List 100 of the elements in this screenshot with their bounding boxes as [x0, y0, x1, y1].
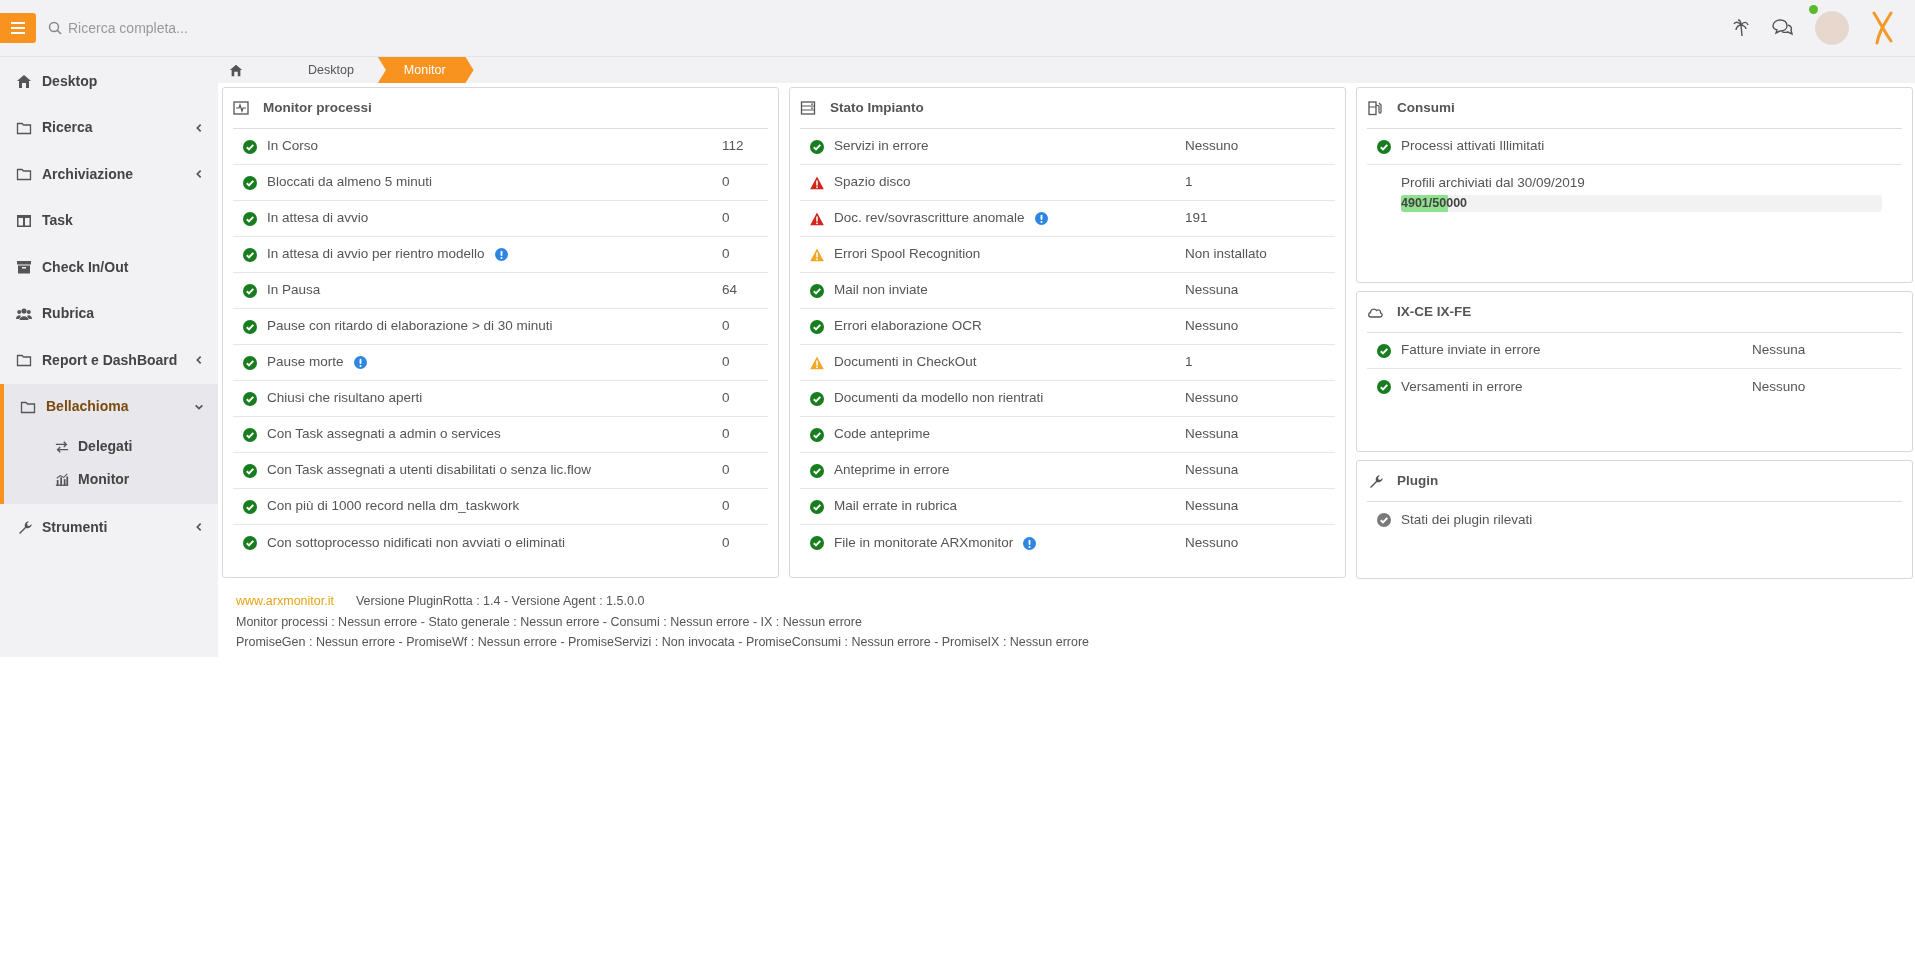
info-icon[interactable]: [353, 356, 367, 369]
status-value: Nessuna: [1185, 281, 1240, 300]
status-value: 0: [722, 317, 731, 336]
status-label: Spazio disco: [834, 173, 911, 192]
status-value: 0: [722, 173, 731, 192]
status-value: Nessuna: [1185, 497, 1240, 516]
check-circle-icon: [243, 463, 257, 478]
status-label: Bloccati da almeno 5 minuti: [267, 173, 433, 192]
panel-title: Monitor processi: [263, 98, 372, 117]
status-value: Nessuno: [1185, 533, 1240, 552]
archive-box-icon: [16, 259, 32, 276]
status-label: Con più di 1000 record nella dm_taskwork: [267, 497, 520, 516]
status-value: 0: [722, 389, 731, 408]
check-circle-icon: [810, 499, 824, 514]
sidebar-item[interactable]: Desktop: [0, 58, 218, 105]
check-circle-icon: [243, 319, 257, 334]
status-label: Con sottoprocesso nidificati non avviati o eliminati: [267, 533, 565, 552]
columns-icon: [16, 212, 32, 229]
check-circle-icon: [243, 499, 257, 514]
exchange-arrows-icon: [54, 439, 70, 454]
check-circle-icon: [1377, 513, 1391, 527]
status-value: Nessuna: [1185, 461, 1240, 480]
menu-button[interactable]: [0, 13, 36, 43]
status-label: Chiusi che risultano aperti: [267, 389, 423, 408]
users-icon: [16, 305, 32, 322]
status-value: 1: [1185, 353, 1194, 372]
check-circle-icon: [243, 391, 257, 406]
chevron-icon: [194, 169, 204, 180]
bar-chart-icon: [54, 472, 70, 487]
sidebar-item[interactable]: Strumenti: [0, 504, 218, 551]
check-circle-icon: [810, 283, 824, 298]
info-icon[interactable]: [1034, 212, 1048, 225]
status-value: Nessuna: [1185, 425, 1240, 444]
status-value: 0: [722, 245, 731, 264]
info-icon[interactable]: [494, 248, 508, 261]
sidebar-item[interactable]: Report e DashBoard: [0, 337, 218, 384]
panel-title: IX-CE IX-FE: [1397, 302, 1472, 321]
status-label: Anteprime in errore: [834, 461, 950, 480]
chevron-icon: [194, 522, 204, 533]
status-label: Documenti in CheckOut: [834, 353, 977, 372]
status-value: Nessuna: [1752, 341, 1807, 360]
warning-triangle-icon: [810, 175, 824, 190]
info-icon[interactable]: [1023, 536, 1037, 550]
status-summary-text: Monitor processi : Nessun errore - Stato generale : Nessun errore - Consumi : Nessun errore - IX : Nessun errore: [236, 613, 863, 631]
status-label: Con Task assegnati a utenti disabilitati o senza lic.flow: [267, 461, 591, 480]
status-value: 64: [722, 281, 739, 300]
check-circle-icon: [1377, 343, 1391, 358]
status-label: Errori elaborazione OCR: [834, 317, 982, 336]
status-summary-text: PromiseGen : Nessun errore - PromiseWf : Nessun errore - PromiseServizi : Non invocata - PromiseConsumi : Nessun errore - PromiseIX : Nessun errore: [236, 634, 1091, 651]
version-text: Versione PluginRotta : 1.4 - Versione Agent : 1.5.0.0: [355, 594, 645, 608]
chevron-icon: [194, 122, 204, 133]
palm-tree-icon[interactable]: [1733, 19, 1749, 37]
check-circle-icon: [243, 211, 257, 226]
check-circle-icon: [810, 536, 824, 550]
check-circle-icon: [243, 139, 257, 154]
sidebar-subitem[interactable]: Monitor: [4, 463, 218, 496]
panel-title: Stato Impianto: [830, 98, 924, 117]
chat-icon[interactable]: [1771, 19, 1793, 37]
status-value: 1: [1185, 173, 1194, 192]
sidebar-subitem[interactable]: Delegati: [4, 430, 218, 463]
status-value: Non installato: [1185, 245, 1268, 264]
sidebar-item[interactable]: Ricerca: [0, 104, 218, 151]
home-icon: [16, 73, 32, 90]
status-label: Mail non inviate: [834, 281, 928, 300]
status-value: 0: [722, 425, 731, 444]
chevron-icon: [194, 355, 204, 366]
status-value: 0: [722, 209, 731, 228]
status-label: In Pausa: [267, 281, 321, 300]
check-circle-icon: [1377, 139, 1391, 154]
check-circle-icon: [810, 139, 824, 154]
check-circle-icon: [243, 427, 257, 442]
check-circle-icon: [243, 355, 257, 370]
home-icon[interactable]: [228, 63, 244, 77]
status-value: Nessuno: [1752, 377, 1807, 396]
fuel-pump-icon: [1367, 100, 1383, 116]
online-status-dot: [1809, 5, 1818, 14]
status-value: 0: [722, 497, 731, 516]
breadcrumb-link[interactable]: Desktop: [284, 57, 378, 83]
search-field[interactable]: Ricerca completa...: [66, 16, 366, 40]
progress-label: Profili archiviati dal 30/09/2019: [1401, 174, 1586, 192]
menu-icon: [11, 22, 25, 34]
check-circle-icon: [243, 536, 257, 550]
status-label: Code anteprime: [834, 425, 931, 444]
status-label: In attesa di avvio: [267, 209, 369, 228]
status-value: 0: [722, 353, 731, 372]
status-label: Con Task assegnati a admin o services: [267, 425, 501, 444]
sidebar-item[interactable]: Task: [0, 197, 218, 244]
sidebar-item[interactable]: Check In/Out: [0, 244, 218, 291]
sidebar-item[interactable]: Bellachioma: [4, 383, 218, 430]
sidebar-item[interactable]: Rubrica: [0, 290, 218, 337]
status-label: Doc. rev/sovrascritture anomale: [834, 209, 1025, 228]
folder-icon: [16, 352, 32, 369]
warning-triangle-icon: [810, 211, 824, 226]
status-label: Pause con ritardo di elaborazione > di 30 minuti: [267, 317, 553, 336]
status-value: 0: [722, 461, 731, 480]
status-label: In Corso: [267, 137, 319, 156]
status-value: Nessuno: [1185, 389, 1240, 408]
sidebar-item[interactable]: Archiviazione: [0, 151, 218, 198]
status-label: Pause morte: [267, 353, 344, 372]
folder-icon: [16, 166, 32, 183]
